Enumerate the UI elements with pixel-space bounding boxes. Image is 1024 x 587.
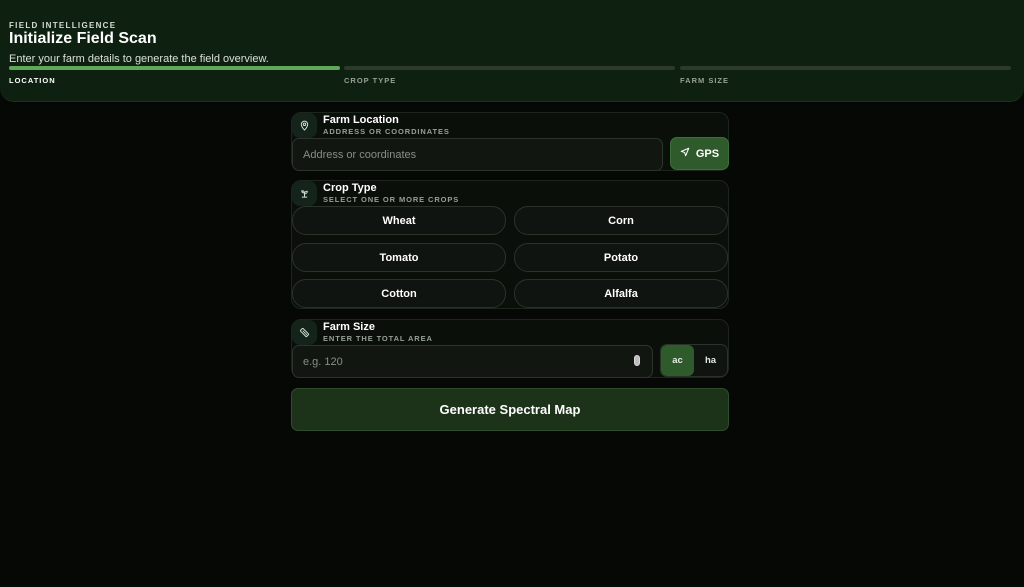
location-subtitle: ADDRESS OR COORDINATES xyxy=(323,127,450,136)
crop-option-wheat[interactable]: Wheat xyxy=(292,206,506,235)
step-crop-type[interactable]: CROP TYPE xyxy=(344,66,675,85)
eyebrow-label: FIELD INTELLIGENCE xyxy=(9,21,117,30)
step-progress-bar xyxy=(680,66,1011,70)
generate-spectral-map-button[interactable]: Generate Spectral Map xyxy=(291,388,729,431)
step-location[interactable]: LOCATION xyxy=(9,66,340,85)
page-title: Initialize Field Scan xyxy=(9,30,157,47)
size-title: Farm Size xyxy=(323,321,375,333)
location-title: Farm Location xyxy=(323,114,399,126)
crop-option-tomato[interactable]: Tomato xyxy=(292,243,506,272)
sprout-icon xyxy=(292,181,317,206)
unit-toggle: ac ha xyxy=(660,344,728,377)
unit-option-ac[interactable]: ac xyxy=(661,345,694,376)
size-card: Farm Size ENTER THE TOTAL AREA ac ha xyxy=(291,319,729,378)
step-progress-bar xyxy=(344,66,675,70)
step-progress-bar xyxy=(9,66,340,70)
navigation-arrow-icon xyxy=(680,147,690,160)
step-label: CROP TYPE xyxy=(344,76,397,85)
crop-option-corn[interactable]: Corn xyxy=(514,206,728,235)
step-label: FARM SIZE xyxy=(680,76,730,85)
size-input[interactable] xyxy=(292,345,653,378)
size-subtitle: ENTER THE TOTAL AREA xyxy=(323,334,433,343)
number-stepper-icon[interactable] xyxy=(634,355,640,366)
crop-card: Crop Type SELECT ONE OR MORE CROPS Wheat… xyxy=(291,180,729,309)
map-pin-icon xyxy=(292,113,317,138)
crop-title: Crop Type xyxy=(323,182,377,194)
crop-option-cotton[interactable]: Cotton xyxy=(292,279,506,308)
crop-subtitle: SELECT ONE OR MORE CROPS xyxy=(323,195,460,204)
header: FIELD INTELLIGENCE Initialize Field Scan… xyxy=(0,0,1024,102)
location-input[interactable] xyxy=(292,138,663,171)
step-farm-size[interactable]: FARM SIZE xyxy=(680,66,1011,85)
gps-button[interactable]: GPS xyxy=(670,137,729,170)
unit-option-ha[interactable]: ha xyxy=(694,345,727,376)
crop-option-potato[interactable]: Potato xyxy=(514,243,728,272)
gps-button-label: GPS xyxy=(695,147,720,160)
step-label: LOCATION xyxy=(9,76,56,85)
crop-option-alfalfa[interactable]: Alfalfa xyxy=(514,279,728,308)
location-card: Farm Location ADDRESS OR COORDINATES GPS xyxy=(291,112,729,171)
ruler-icon xyxy=(292,320,317,345)
page-subtitle: Enter your farm details to generate the … xyxy=(9,53,269,65)
